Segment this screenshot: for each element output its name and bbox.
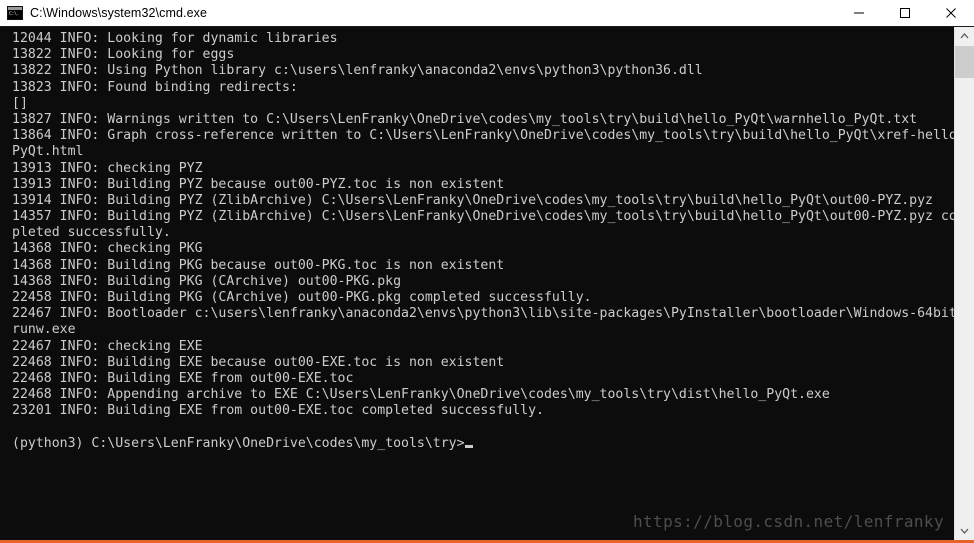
scroll-up-button[interactable]: [955, 27, 974, 45]
terminal-line: 13822 INFO: Using Python library c:\user…: [12, 63, 703, 79]
terminal-line: 13823 INFO: Found binding redirects:: [12, 79, 298, 95]
icon-screen-glyph: C:\.: [8, 10, 22, 19]
terminal-line: pleted successfully.: [12, 225, 171, 241]
terminal-line: 22467 INFO: checking EXE: [12, 338, 203, 354]
terminal-line: 23201 INFO: Building EXE from out00-EXE.…: [12, 403, 544, 419]
maximize-icon: [900, 8, 910, 18]
cmd-window: C:\. C:\Windows\system32\cmd.exe 12044 I…: [0, 0, 974, 543]
text-cursor: [464, 444, 473, 448]
maximize-button[interactable]: [882, 0, 928, 26]
terminal-line: 13913 INFO: Building PYZ because out00-P…: [12, 176, 505, 192]
console-viewport[interactable]: 12044 INFO: Looking for dynamic librarie…: [8, 27, 954, 540]
title-bar[interactable]: C:\. C:\Windows\system32\cmd.exe: [0, 0, 974, 27]
terminal-line: PyQt.html: [12, 144, 84, 160]
watermark-text: https://blog.csdn.net/lenfranky: [632, 512, 944, 531]
terminal-line: 12044 INFO: Looking for dynamic librarie…: [12, 31, 338, 46]
chevron-up-icon: [960, 33, 969, 39]
close-icon: [946, 8, 956, 18]
console-area[interactable]: 12044 INFO: Looking for dynamic librarie…: [0, 27, 974, 540]
terminal-line: 14368 INFO: Building PKG (CArchive) out0…: [12, 273, 402, 289]
caption-button-group: [836, 0, 974, 26]
terminal-line: 22467 INFO: Bootloader c:\users\lenfrank…: [12, 306, 954, 322]
scroll-down-button[interactable]: [955, 522, 974, 540]
terminal-line: 14368 INFO: Building PKG because out00-P…: [12, 257, 505, 273]
terminal-line: 13914 INFO: Building PYZ (ZlibArchive) C…: [12, 192, 933, 208]
terminal-line: runw.exe: [12, 322, 76, 338]
chevron-down-icon: [960, 528, 969, 534]
terminal-line: 13827 INFO: Warnings written to C:\Users…: [12, 111, 918, 127]
terminal-line: 22468 INFO: Building EXE because out00-E…: [12, 354, 505, 370]
terminal-line: 22458 INFO: Building PKG (CArchive) out0…: [12, 290, 592, 305]
terminal-prompt-line: (python3) C:\Users\LenFranky\OneDrive\co…: [12, 436, 954, 452]
terminal-output: 12044 INFO: Looking for dynamic librarie…: [12, 31, 954, 452]
minimize-button[interactable]: [836, 0, 882, 26]
vertical-scrollbar[interactable]: [954, 27, 974, 540]
terminal-line: 22468 INFO: Building EXE from out00-EXE.…: [12, 370, 354, 386]
terminal-line: 22468 INFO: Appending archive to EXE C:\…: [12, 387, 830, 403]
close-button[interactable]: [928, 0, 974, 26]
terminal-line: 14368 INFO: checking PKG: [12, 241, 203, 257]
cmd-console-icon: C:\.: [7, 6, 23, 20]
window-title: C:\Windows\system32\cmd.exe: [30, 6, 208, 20]
terminal-line: []: [12, 95, 28, 111]
terminal-line: 13822 INFO: Looking for eggs: [12, 47, 235, 63]
minimize-icon: [854, 12, 864, 14]
terminal-line: 13913 INFO: checking PYZ: [12, 160, 203, 176]
scrollbar-thumb[interactable]: [955, 46, 974, 78]
terminal-line: 13864 INFO: Graph cross-reference writte…: [12, 128, 954, 144]
terminal-line: 14357 INFO: Building PYZ (ZlibArchive) C…: [12, 209, 954, 225]
